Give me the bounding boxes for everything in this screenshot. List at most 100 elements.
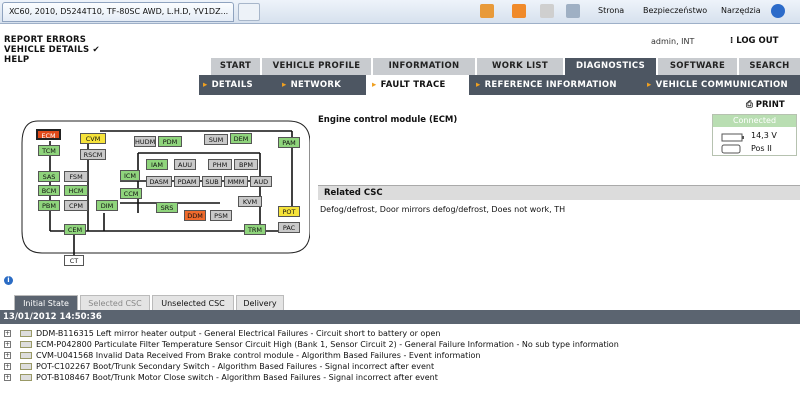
node-pam[interactable]: PAM — [278, 137, 300, 148]
tab-delivery[interactable]: Delivery — [236, 295, 284, 310]
node-pot[interactable]: POT — [278, 206, 300, 217]
node-phm[interactable]: PHM — [208, 159, 232, 170]
node-sas[interactable]: SAS — [38, 171, 60, 182]
expand-icon[interactable]: + — [4, 341, 11, 348]
fault-text: POT-C102267 Boot/Trunk Secondary Switch … — [36, 362, 435, 371]
node-ct[interactable]: CT — [64, 255, 84, 266]
mail-icon[interactable] — [540, 4, 554, 18]
node-psm[interactable]: PSM — [210, 210, 232, 221]
new-tab-button[interactable] — [238, 3, 260, 21]
fault-icon — [20, 330, 32, 337]
node-iam[interactable]: IAM — [146, 159, 168, 170]
node-bpm[interactable]: BPM — [234, 159, 258, 170]
fault-icon — [20, 363, 32, 370]
fault-row[interactable]: + POT-C102267 Boot/Trunk Secondary Switch… — [0, 361, 800, 372]
node-trm[interactable]: TRM — [244, 224, 266, 235]
fault-row[interactable]: + ECM-P042800 Particulate Filter Temperat… — [0, 339, 800, 350]
node-bcm[interactable]: BCM — [38, 185, 60, 196]
vehicle-details-link[interactable]: VEHICLE DETAILS ✔ — [4, 45, 100, 55]
node-sum[interactable]: SUM — [204, 134, 228, 145]
expand-icon[interactable]: + — [4, 363, 11, 370]
print-label: PRINT — [755, 100, 785, 110]
tab-start[interactable]: START — [210, 58, 260, 75]
print-icon[interactable] — [566, 4, 580, 18]
subtab-label: REFERENCE INFORMATION — [484, 80, 617, 90]
tab-search[interactable]: SEARCH — [738, 58, 800, 75]
page-menu[interactable]: Strona — [598, 6, 624, 15]
fault-row[interactable]: + DDM-B116315 Left mirror heater output -… — [0, 328, 800, 339]
fault-icon — [20, 341, 32, 348]
node-dem[interactable]: DEM — [230, 133, 252, 144]
arrow-icon: ▸ — [282, 80, 287, 90]
home-icon[interactable] — [480, 4, 494, 18]
node-pdm[interactable]: PDM — [158, 136, 182, 147]
tab-information[interactable]: INFORMATION — [372, 58, 475, 75]
node-pbm[interactable]: PBM — [38, 200, 60, 211]
fault-text: DDM-B116315 Left mirror heater output - … — [36, 329, 441, 338]
node-rscm[interactable]: RSCM — [80, 149, 106, 160]
node-dasm[interactable]: DASM — [146, 176, 172, 187]
node-fsm[interactable]: FSM — [64, 171, 88, 182]
safety-menu[interactable]: Bezpieczeństwo — [643, 6, 707, 15]
subtab-network[interactable]: ▸ NETWORK — [282, 75, 341, 95]
user-name: admin, INT — [651, 37, 695, 46]
tab-selected-csc[interactable]: Selected CSC — [80, 295, 150, 310]
tab-initial-state[interactable]: Initial State — [14, 295, 78, 310]
logout-button[interactable]: ⁞ LOG OUT — [730, 36, 778, 46]
tools-menu[interactable]: Narzędzia — [721, 6, 761, 15]
node-auu[interactable]: AUU — [174, 159, 196, 170]
report-errors-link[interactable]: REPORT ERRORS — [4, 35, 100, 45]
fault-row[interactable]: + CVM-U041568 Invalid Data Received From … — [0, 350, 800, 361]
node-cvm[interactable]: CVM — [80, 133, 106, 144]
node-ddm[interactable]: DDM — [184, 210, 206, 221]
node-hcm[interactable]: HCM — [64, 185, 88, 196]
tab-unselected-csc[interactable]: Unselected CSC — [152, 295, 234, 310]
logout-label: LOG OUT — [736, 36, 779, 46]
node-sub[interactable]: SUB — [202, 176, 222, 187]
subtab-details[interactable]: ▸ DETAILS — [203, 75, 253, 95]
expand-icon[interactable]: + — [4, 330, 11, 337]
expand-icon[interactable]: + — [4, 374, 11, 381]
node-pdam[interactable]: PDAM — [174, 176, 200, 187]
node-hudm[interactable]: HUDM — [134, 136, 156, 147]
node-ccm[interactable]: CCM — [120, 188, 142, 199]
help-link[interactable]: HELP — [4, 55, 100, 65]
info-icon[interactable]: i — [4, 276, 13, 285]
arrow-icon: ▸ — [203, 80, 208, 90]
browser-tab-title: XC60, 2010, D5244T10, TF-80SC AWD, L.H.D… — [9, 7, 229, 16]
node-mmm[interactable]: MMM — [224, 176, 248, 187]
node-aud[interactable]: AUD — [250, 176, 272, 187]
tab-vehicle-profile[interactable]: VEHICLE PROFILE — [261, 58, 371, 75]
node-cpm[interactable]: CPM — [64, 200, 88, 211]
tab-work-list[interactable]: WORK LIST — [476, 58, 563, 75]
tab-diagnostics[interactable]: DIAGNOSTICS — [564, 58, 656, 75]
subtab-label: FAULT TRACE — [380, 80, 446, 90]
help-icon[interactable] — [771, 4, 785, 18]
tab-software[interactable]: SOFTWARE — [657, 58, 737, 75]
node-kvm[interactable]: KVM — [238, 196, 262, 207]
node-pac[interactable]: PAC — [278, 222, 300, 233]
feeds-icon[interactable] — [512, 4, 526, 18]
subtab-vehicle-communication[interactable]: ▸ VEHICLE COMMUNICATION — [647, 75, 788, 95]
related-csc-text: Defog/defrost, Door mirrors defog/defros… — [320, 205, 566, 214]
arrow-icon: ▸ — [647, 80, 652, 90]
node-tcm[interactable]: TCM — [38, 145, 60, 156]
print-button[interactable]: ⎙ PRINT — [746, 100, 785, 110]
subtab-fault-trace[interactable]: ▸ FAULT TRACE — [366, 75, 469, 95]
browser-tab[interactable]: XC60, 2010, D5244T10, TF-80SC AWD, L.H.D… — [2, 2, 234, 22]
related-csc-header: Related CSC — [318, 185, 800, 200]
node-icm[interactable]: ICM — [120, 170, 140, 181]
arrow-icon: ▸ — [372, 80, 377, 90]
arrow-icon: ▸ — [476, 80, 481, 90]
network-diagram: ECM CVM TCM RSCM HUDM PDM SUM DEM PAM SA… — [20, 113, 310, 273]
fault-row[interactable]: + POT-B108467 Boot/Trunk Motor Close swit… — [0, 372, 800, 383]
expand-icon[interactable]: + — [4, 352, 11, 359]
connection-status: Connected 14,3 V Pos II — [712, 114, 797, 156]
node-cem[interactable]: CEM — [64, 224, 86, 235]
voltage-value: 14,3 V — [751, 131, 777, 140]
fault-icon — [20, 374, 32, 381]
node-ecm[interactable]: ECM — [36, 129, 61, 140]
node-dim[interactable]: DIM — [96, 200, 118, 211]
node-srs[interactable]: SRS — [156, 202, 178, 213]
subtab-reference-information[interactable]: ▸ REFERENCE INFORMATION — [476, 75, 617, 95]
